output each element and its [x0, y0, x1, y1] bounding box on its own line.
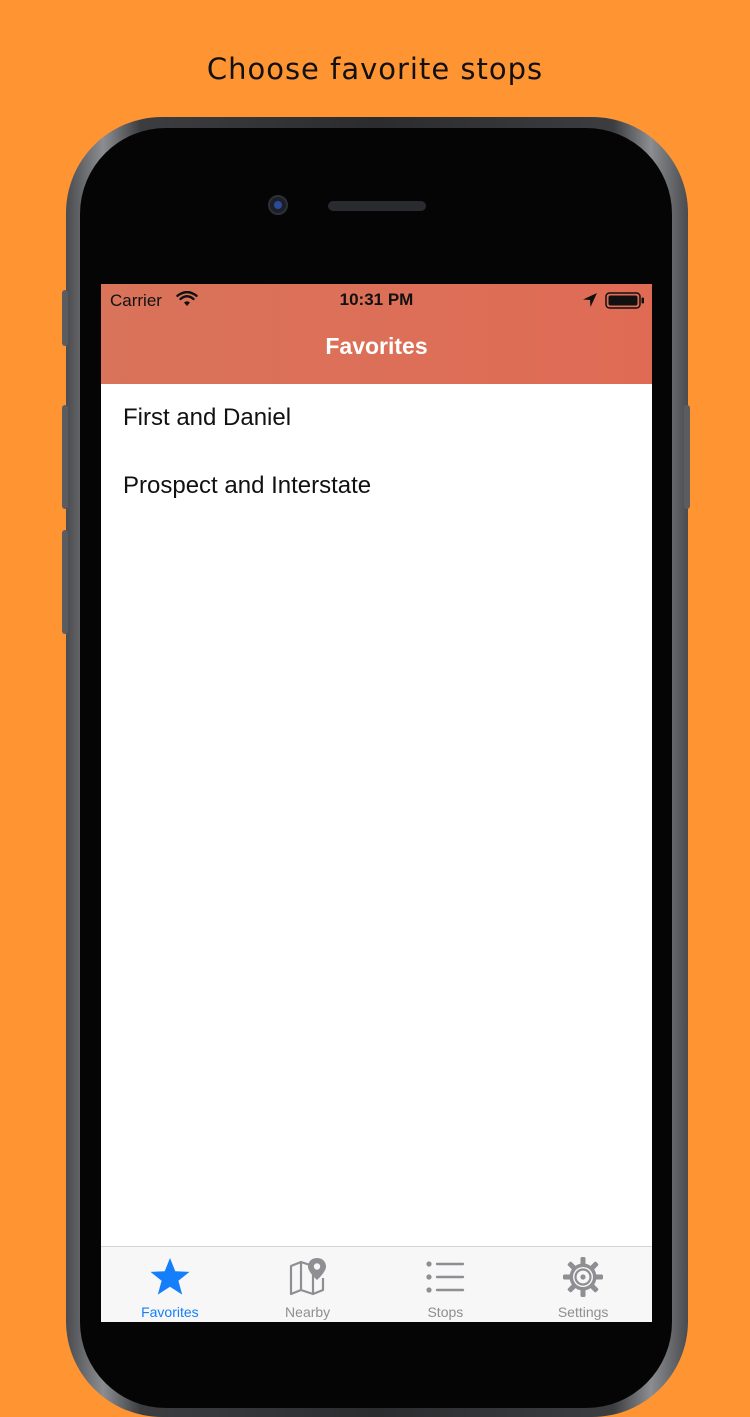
earpiece-speaker	[328, 201, 426, 211]
tab-label: Favorites	[141, 1304, 199, 1320]
tab-bar: Favorites Nearby Stops Settings	[101, 1246, 652, 1322]
navigation-bar: Carrier 10:31 PM Favorites	[101, 284, 652, 384]
favorite-stop-item[interactable]: Prospect and Interstate	[101, 452, 652, 520]
favorite-stop-item[interactable]: First and Daniel	[101, 384, 652, 452]
tab-favorites[interactable]: Favorites	[101, 1247, 239, 1322]
tab-nearby[interactable]: Nearby	[239, 1247, 377, 1322]
mute-switch	[62, 290, 68, 346]
volume-down-button	[62, 530, 68, 634]
nav-title: Favorites	[325, 333, 428, 359]
app-screen: Carrier 10:31 PM Favorites First and Dan…	[101, 284, 652, 1322]
tab-label: Nearby	[285, 1304, 331, 1320]
status-time: 10:31 PM	[339, 290, 414, 309]
location-arrow-icon	[583, 293, 597, 307]
tab-stops[interactable]: Stops	[377, 1247, 515, 1322]
page-caption: Choose favorite stops	[206, 52, 544, 86]
tab-settings[interactable]: Settings	[514, 1247, 652, 1322]
favorites-list: First and Daniel Prospect and Interstate	[101, 384, 652, 520]
power-button	[684, 405, 690, 509]
list-icon	[426, 1261, 465, 1293]
status-bar: Carrier 10:31 PM	[101, 284, 652, 316]
map-pin-icon	[289, 1258, 326, 1296]
front-camera	[268, 195, 288, 215]
gear-icon	[563, 1257, 604, 1297]
tab-label: Settings	[557, 1304, 609, 1320]
volume-up-button	[62, 405, 68, 509]
star-icon	[150, 1258, 190, 1295]
tab-label: Stops	[427, 1304, 464, 1320]
battery-icon	[605, 292, 644, 309]
